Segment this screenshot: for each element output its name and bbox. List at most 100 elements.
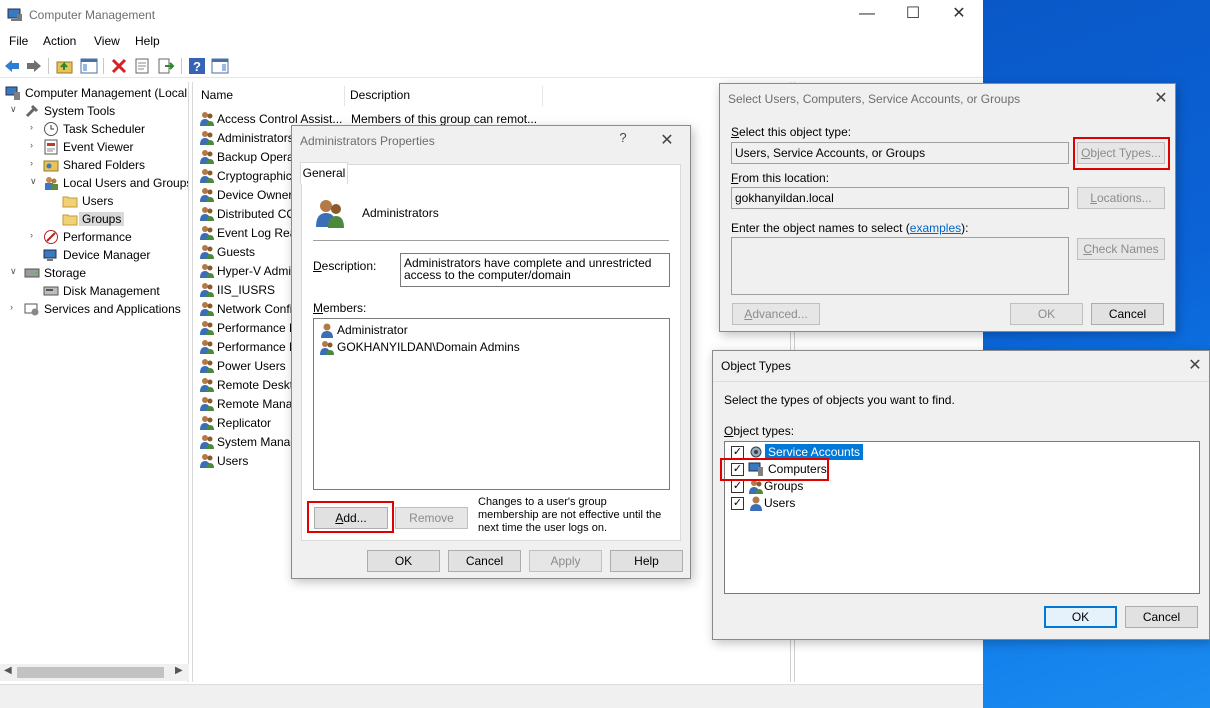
locations-button[interactable]: Locations... — [1077, 187, 1165, 209]
members-list[interactable]: Administrator GOKHANYILDAN\Domain Admins — [313, 318, 670, 490]
disk-icon — [43, 286, 59, 296]
cancel-button[interactable]: Cancel — [1091, 303, 1164, 325]
user-icon — [750, 496, 762, 511]
folder-icon — [62, 214, 78, 226]
apply-button[interactable]: Apply — [529, 550, 602, 572]
group-icon — [200, 131, 214, 145]
menu-action[interactable]: Action — [43, 34, 76, 48]
row-name: Users — [217, 454, 249, 468]
users-checkbox[interactable]: ✓ — [731, 497, 744, 510]
svg-text:?: ? — [193, 59, 201, 74]
computer-management-icon — [7, 8, 22, 21]
ok-button[interactable]: OK — [1044, 606, 1117, 628]
group-icon — [200, 378, 214, 392]
device-manager-icon — [43, 249, 57, 261]
description-label: Description: — [313, 259, 377, 273]
menu-view[interactable]: View — [94, 34, 120, 48]
expanded-chevron-icon[interactable]: ∨ — [30, 176, 37, 187]
group-icon — [200, 264, 214, 278]
menu-help[interactable]: Help — [135, 34, 160, 48]
close-button[interactable]: ✕ — [936, 0, 982, 30]
column-header-name[interactable]: Name — [201, 88, 233, 102]
scroll-right-icon[interactable]: ▶ — [175, 665, 183, 676]
annotation-highlight — [1073, 137, 1170, 170]
description-field[interactable]: Administrators have complete and unrestr… — [400, 253, 670, 287]
dialog-close-button[interactable]: ✕ — [1180, 355, 1210, 375]
dialog-title: Object Types — [721, 359, 791, 373]
ok-button[interactable]: OK — [367, 550, 440, 572]
group-icon — [200, 169, 214, 183]
column-header-description[interactable]: Description — [350, 88, 410, 102]
collapsed-chevron-icon[interactable]: › — [30, 122, 33, 132]
dialog-title: Administrators Properties — [300, 134, 435, 148]
group-icon — [200, 454, 214, 468]
group-icon — [200, 283, 214, 297]
collapsed-chevron-icon[interactable]: › — [30, 230, 33, 240]
status-bar — [0, 684, 983, 708]
minimize-button[interactable]: — — [844, 0, 890, 30]
export-list-icon[interactable] — [157, 57, 175, 75]
up-folder-icon[interactable] — [56, 57, 74, 75]
expanded-chevron-icon[interactable]: ∨ — [10, 266, 17, 277]
object-names-field[interactable] — [731, 237, 1069, 295]
examples-link[interactable]: examples — [910, 221, 961, 235]
check-names-button[interactable]: Check Names — [1077, 238, 1165, 260]
group-icon — [200, 207, 214, 221]
annotation-highlight — [720, 458, 829, 481]
enter-names-label: Enter the object names to select (exampl… — [731, 221, 969, 235]
scroll-left-icon[interactable]: ◀ — [4, 665, 12, 676]
back-arrow-icon[interactable] — [3, 57, 21, 75]
remove-button[interactable]: Remove — [395, 507, 468, 529]
storage-icon — [24, 268, 40, 278]
help-icon[interactable]: ? — [188, 57, 206, 75]
row-name: Power Users — [217, 359, 286, 373]
dialog-close-button[interactable]: ✕ — [652, 130, 682, 150]
window-title: Computer Management — [29, 8, 156, 22]
scrollbar-thumb[interactable] — [17, 667, 164, 678]
menu-file[interactable]: File — [9, 34, 28, 48]
tab-general[interactable]: General — [300, 162, 348, 184]
group-icon — [200, 416, 214, 430]
show-hide-action-pane-icon[interactable] — [211, 57, 229, 75]
toolbar: ? — [0, 53, 983, 78]
properties-icon[interactable] — [133, 57, 151, 75]
row-name: Remote Deskto — [217, 378, 300, 392]
tools-icon — [25, 104, 39, 118]
group-icon — [200, 226, 214, 240]
expanded-chevron-icon[interactable]: ∨ — [10, 104, 17, 115]
ok-button[interactable]: OK — [1010, 303, 1083, 325]
show-hide-console-tree-icon[interactable] — [80, 57, 98, 75]
group-icon — [200, 112, 214, 126]
row-name: Hyper-V Admi — [217, 264, 292, 278]
groups-checkbox[interactable]: ✓ — [731, 480, 744, 493]
object-types-label: Object types: — [724, 424, 795, 438]
cancel-button[interactable]: Cancel — [448, 550, 521, 572]
clock-icon — [44, 122, 58, 136]
help-question-icon[interactable]: ? — [608, 130, 638, 145]
advanced-button[interactable]: Advanced... — [732, 303, 820, 325]
row-description: Members of this group can remot... — [351, 112, 538, 126]
group-icon — [200, 188, 214, 202]
collapsed-chevron-icon[interactable]: › — [30, 158, 33, 168]
tree-horizontal-scrollbar[interactable]: ◀ ▶ — [0, 664, 189, 681]
group-icon — [200, 397, 214, 411]
computer-management-icon — [5, 86, 20, 100]
group-icon — [200, 359, 214, 373]
row-name: Guests — [217, 245, 256, 259]
menu-bar: File Action View Help — [0, 30, 983, 52]
help-button[interactable]: Help — [610, 550, 683, 572]
maximize-button[interactable]: ☐ — [890, 0, 936, 30]
users-group-icon — [45, 177, 58, 190]
delete-icon[interactable] — [110, 57, 128, 75]
object-type-users[interactable]: ✓ Users — [731, 495, 1031, 512]
dialog-close-button[interactable]: ✕ — [1146, 88, 1176, 108]
group-name: Administrators — [362, 206, 439, 220]
collapsed-chevron-icon[interactable]: › — [10, 302, 13, 312]
cancel-button[interactable]: Cancel — [1125, 606, 1198, 628]
row-name: System Manag — [217, 435, 298, 449]
services-icon — [24, 303, 39, 316]
row-name: Remote Manag — [217, 397, 300, 411]
forward-arrow-icon[interactable] — [25, 57, 43, 75]
collapsed-chevron-icon[interactable]: › — [30, 140, 33, 150]
row-name: Administrators — [217, 131, 294, 145]
